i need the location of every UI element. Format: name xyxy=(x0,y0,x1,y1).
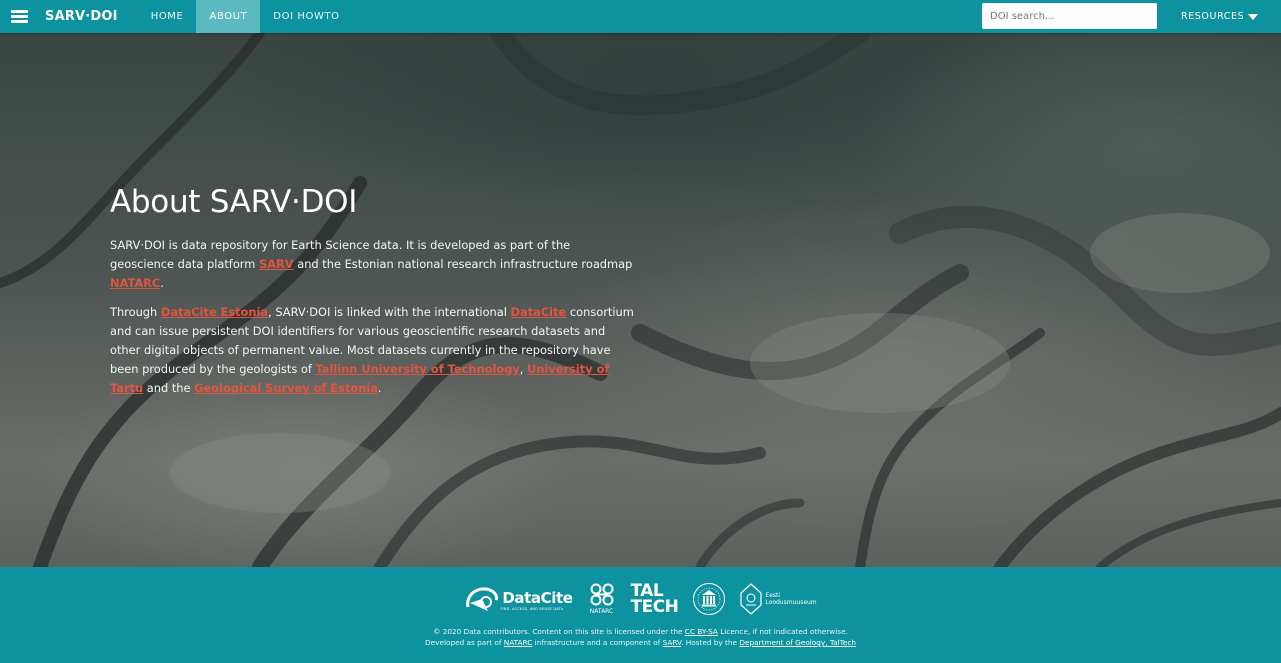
text-span: © 2020 Data contributors. Content on thi… xyxy=(433,627,685,636)
link-sarv[interactable]: SARV xyxy=(259,257,294,271)
nav-menu: HOME ABOUT DOI HOWTO xyxy=(138,0,353,33)
natarc-knot-icon xyxy=(590,583,613,606)
page-title: About SARV·DOI xyxy=(110,184,358,220)
about-paragraph-2: Through DataCite Estonia, SARV·DOI is li… xyxy=(110,303,635,398)
link-geological-survey[interactable]: Geological Survey of Estonia xyxy=(194,381,378,395)
nav-item-home[interactable]: HOME xyxy=(138,0,197,33)
footer: DataCite FIND, ACCESS, AND REUSE DATA NA… xyxy=(0,567,1281,663)
text-span: . Hosted by the xyxy=(681,638,740,647)
text-span: and the Estonian national research infra… xyxy=(293,257,633,271)
footer-legal-text: © 2020 Data contributors. Content on thi… xyxy=(0,626,1281,648)
text-span: Through xyxy=(110,305,161,319)
footer-line-2: Developed as part of NATARC infrastructu… xyxy=(0,637,1281,648)
doi-search-input[interactable] xyxy=(982,3,1157,29)
museum-emblem-icon xyxy=(740,583,763,615)
footer-line-1: © 2020 Data contributors. Content on thi… xyxy=(0,626,1281,637)
text-span: and the xyxy=(143,381,195,395)
link-cc-by-sa[interactable]: CC BY-SA xyxy=(685,627,718,636)
datacite-tagline: FIND, ACCESS, AND REUSE DATA xyxy=(500,606,564,611)
natarc-logo[interactable]: NATARC xyxy=(587,583,617,615)
nav-item-about[interactable]: ABOUT xyxy=(196,0,261,33)
menu-icon[interactable] xyxy=(11,10,28,23)
hero-section: About SARV·DOI SARV·DOI is data reposito… xyxy=(0,33,1281,567)
about-content: About SARV·DOI SARV·DOI is data reposito… xyxy=(110,184,635,408)
tartu-seal-icon xyxy=(693,583,726,615)
partner-logos: DataCite FIND, ACCESS, AND REUSE DATA NA… xyxy=(0,582,1281,616)
datacite-swoosh-icon xyxy=(466,587,499,611)
footer-link-natarc[interactable]: NATARC xyxy=(504,638,533,647)
taltech-line-2: TECH xyxy=(630,597,679,617)
footer-link-sarv[interactable]: SARV xyxy=(663,638,681,647)
top-navbar: SARV·DOI HOME ABOUT DOI HOWTO RESOURCES xyxy=(0,0,1281,33)
link-taltech[interactable]: Tallinn University of Technology xyxy=(316,362,520,376)
museum-line-2: Loodusmuuseum xyxy=(765,599,817,606)
museum-line-1: Eesti xyxy=(765,592,781,599)
taltech-logo[interactable]: TAL TECH xyxy=(630,583,679,617)
resources-dropdown[interactable]: RESOURCES xyxy=(1181,0,1259,33)
university-of-tartu-logo[interactable] xyxy=(692,582,726,616)
brand-logo[interactable]: SARV·DOI xyxy=(45,9,118,24)
caret-down-icon xyxy=(1248,13,1259,20)
link-natarc[interactable]: NATARC xyxy=(110,276,160,290)
datacite-wordmark: DataCite xyxy=(502,588,573,607)
text-span: Licence, if not indicated otherwise. xyxy=(717,627,848,636)
text-span: , xyxy=(519,362,528,376)
nav-item-doi-howto[interactable]: DOI HOWTO xyxy=(260,0,352,33)
text-span: . xyxy=(160,276,164,290)
resources-label: RESOURCES xyxy=(1181,11,1245,22)
datacite-logo[interactable]: DataCite FIND, ACCESS, AND REUSE DATA xyxy=(464,585,573,613)
text-span: , SARV·DOI is linked with the internatio… xyxy=(268,305,511,319)
link-datacite[interactable]: DataCite xyxy=(511,305,567,319)
link-datacite-estonia[interactable]: DataCite Estonia xyxy=(161,305,268,319)
text-span: infrastructure and a component of xyxy=(532,638,663,647)
link-department-of-geology[interactable]: Department of Geology, TalTech xyxy=(739,638,856,647)
natarc-label: NATARC xyxy=(589,608,614,615)
estonian-museum-logo[interactable]: Eesti Loodusmuuseum xyxy=(740,583,817,615)
text-span: Developed as part of xyxy=(425,638,504,647)
text-span: . xyxy=(377,381,382,395)
about-paragraph-1: SARV·DOI is data repository for Earth Sc… xyxy=(110,236,635,293)
